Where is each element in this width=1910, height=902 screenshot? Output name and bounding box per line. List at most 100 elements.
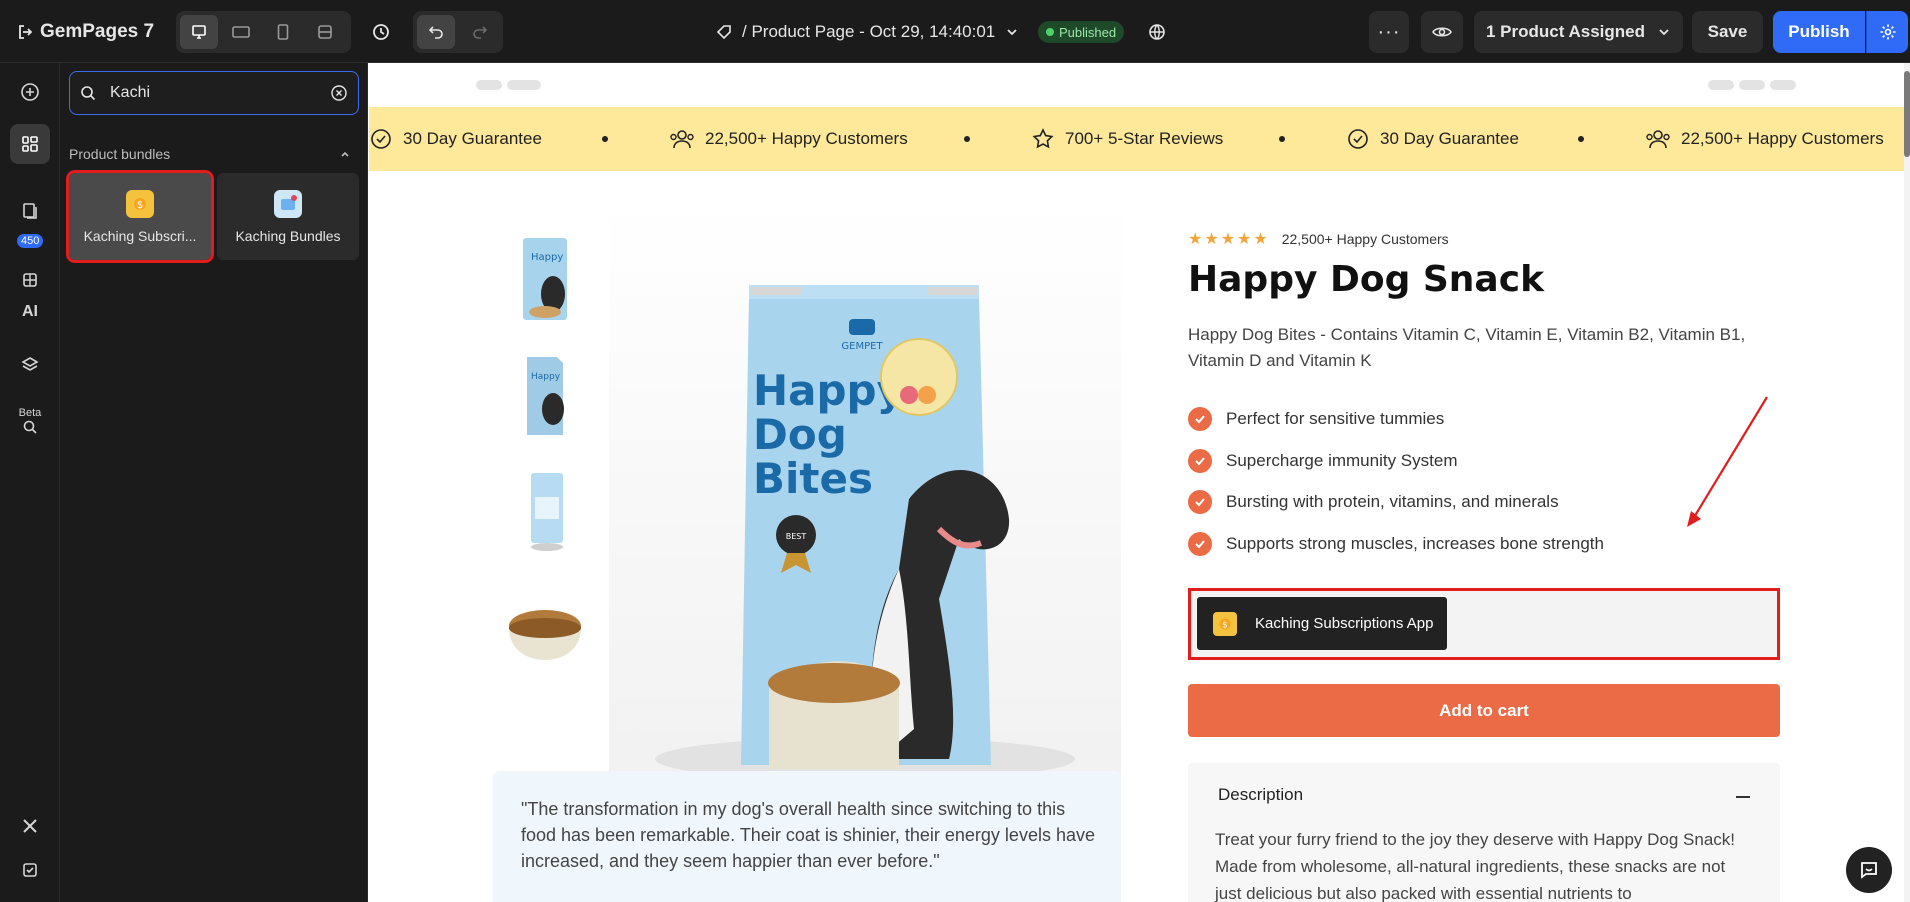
marquee-item: 22,500+ Happy Customers (669, 107, 908, 171)
assigned-label: 1 Product Assigned (1485, 22, 1645, 41)
marquee-item: 700+ 5-Star Reviews (1031, 107, 1223, 171)
history-button[interactable] (362, 15, 400, 49)
undo-icon (428, 26, 443, 39)
five-stars-icon: ★★★★★ (1188, 231, 1270, 248)
preview-button[interactable] (1421, 11, 1463, 53)
beta-feature-button[interactable]: Beta (10, 401, 50, 441)
exit-editor-button[interactable]: GemPages 7 (18, 18, 154, 46)
skeleton-bar (1739, 80, 1765, 90)
card-label: Kaching Subscri... (83, 227, 197, 244)
rating-row: ★★★★★ 22,500+ Happy Customers (1188, 229, 1449, 249)
check-circle-icon (1188, 532, 1212, 556)
add-element-button[interactable] (10, 72, 50, 112)
tablet-view-button[interactable] (222, 15, 260, 49)
plus-circle-icon (21, 83, 39, 101)
clock-icon (373, 24, 389, 40)
scrollbar-thumb[interactable] (1904, 71, 1910, 157)
feature-item: Perfect for sensitive tummies (1188, 407, 1444, 431)
save-button[interactable]: Save (1692, 11, 1763, 53)
fit-screen-icon (318, 25, 332, 39)
star-icon (1032, 128, 1054, 149)
beta-label: Beta (18, 407, 42, 419)
category-label: Product bundles (69, 146, 171, 162)
collapse-minus-icon[interactable] (1736, 796, 1750, 798)
svg-text:Happy: Happy (531, 372, 561, 382)
marquee-text: 30 Day Guarantee (403, 129, 542, 148)
mobile-view-button[interactable] (264, 15, 302, 49)
ai-button[interactable]: AI (10, 292, 50, 332)
status-text: Published (1059, 24, 1117, 40)
apps-grid-icon (22, 136, 38, 152)
users-icon (670, 130, 694, 149)
ai-icon: AI (22, 303, 38, 320)
desktop-view-button[interactable] (180, 15, 218, 49)
thumbnail[interactable] (493, 577, 597, 681)
search-input[interactable]: Kachi (110, 84, 316, 102)
pages-button[interactable] (10, 191, 50, 231)
product-title: Happy Dog Snack (1188, 259, 1545, 300)
category-header[interactable]: Product bundles (69, 143, 359, 165)
canvas-scrollbar[interactable] (1904, 63, 1910, 902)
package-badge: BEST (786, 532, 807, 541)
feature-text: Perfect for sensitive tummies (1226, 409, 1445, 428)
globe-icon (1149, 24, 1165, 40)
redo-icon (473, 26, 488, 39)
package-line-2: Dog (753, 410, 847, 459)
undo-redo-group (413, 11, 503, 53)
kaching-bundles-icon (274, 189, 302, 218)
app-logo: GemPages 7 (40, 21, 155, 42)
marquee-separator (1279, 136, 1285, 142)
product-main-image[interactable]: GEMPET Happy Dog Bites BEST (609, 199, 1121, 799)
integrations-button[interactable] (10, 806, 50, 846)
more-options-button[interactable]: ··· (1369, 11, 1409, 53)
kaching-label: Kaching Subscriptions App (1255, 615, 1434, 632)
desktop-icon (192, 25, 206, 39)
package-line-3: Bites (753, 454, 873, 503)
page-selector[interactable]: / Product Page - Oct 29, 14:40:01 (716, 17, 1019, 47)
kaching-bundles-card[interactable]: Kaching Bundles (217, 173, 359, 260)
language-button[interactable] (1142, 17, 1172, 47)
editor-canvas[interactable]: 30 Day Guarantee 22,500+ Happy Customers… (369, 63, 1910, 902)
eye-icon (1432, 27, 1452, 37)
kaching-subscriptions-block[interactable]: $ Kaching Subscriptions App (1188, 588, 1780, 660)
description-accordion[interactable]: Description Treat your furry friend to t… (1188, 763, 1780, 902)
add-to-cart-button[interactable]: Add to cart (1188, 684, 1780, 737)
card-label: Kaching Bundles (235, 227, 341, 244)
marquee-text: 700+ 5-Star Reviews (1065, 129, 1224, 148)
check-circle-icon (1188, 407, 1212, 431)
kaching-subscriptions-app-button[interactable]: $ Kaching Subscriptions App (1197, 597, 1447, 650)
assigned-products-dropdown[interactable]: 1 Product Assigned (1474, 11, 1683, 53)
redo-button[interactable] (461, 15, 499, 49)
marquee-separator (1578, 136, 1584, 142)
skeleton-bar (1708, 80, 1734, 90)
tasks-button[interactable] (10, 850, 50, 890)
layers-button[interactable] (10, 345, 50, 385)
announcement-marquee[interactable]: 30 Day Guarantee 22,500+ Happy Customers… (369, 107, 1904, 171)
chevron-down-icon (1007, 29, 1017, 36)
publish-button[interactable]: Publish (1773, 11, 1865, 53)
marquee-separator (602, 136, 608, 142)
feature-item: Supports strong muscles, increases bone … (1188, 532, 1604, 556)
search-icon (81, 86, 96, 101)
mobile-icon (277, 24, 289, 40)
undo-button[interactable] (417, 15, 455, 49)
thumbnail[interactable] (493, 460, 597, 564)
clear-search-icon[interactable] (330, 84, 348, 102)
marquee-item: 30 Day Guarantee (1346, 107, 1519, 171)
thumbnail[interactable]: Happy (493, 227, 597, 331)
fit-view-button[interactable] (306, 15, 344, 49)
x-logo-icon (23, 819, 37, 833)
kaching-subscriptions-card[interactable]: $ Kaching Subscri... (66, 170, 214, 263)
thumbnail[interactable]: Happy (493, 344, 597, 448)
chevron-up-icon (341, 151, 349, 157)
badge-check-icon (371, 129, 391, 149)
notification-badge: 450 (17, 234, 44, 248)
marquee-separator (964, 136, 970, 142)
element-search[interactable]: Kachi (69, 71, 359, 115)
publish-settings-button[interactable] (1866, 11, 1908, 53)
chevron-down-icon (1659, 29, 1669, 36)
feature-item: Bursting with protein, vitamins, and min… (1188, 490, 1559, 514)
apps-button[interactable] (10, 124, 50, 164)
check-circle-icon (1188, 490, 1212, 514)
chat-widget-button[interactable] (1846, 847, 1892, 893)
